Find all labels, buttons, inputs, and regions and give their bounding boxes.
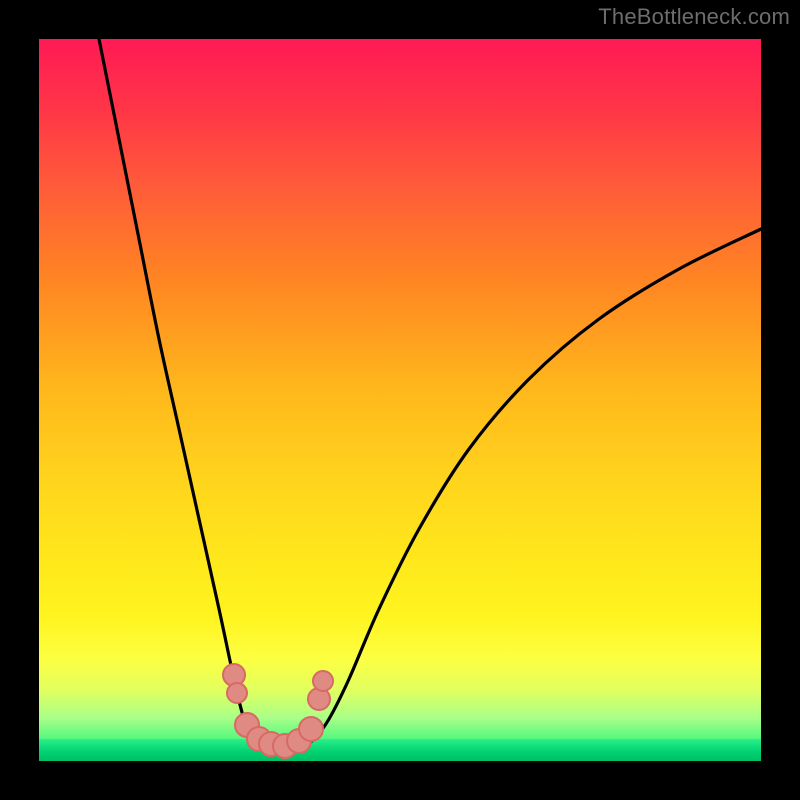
- chart-plot-area: [39, 39, 761, 761]
- chart-svg: [39, 39, 761, 761]
- highlight-markers: [223, 664, 333, 758]
- watermark-text: TheBottleneck.com: [598, 4, 790, 30]
- highlight-marker: [227, 683, 247, 703]
- highlight-marker: [313, 671, 333, 691]
- bottleneck-curve: [99, 39, 761, 751]
- highlight-marker: [299, 717, 323, 741]
